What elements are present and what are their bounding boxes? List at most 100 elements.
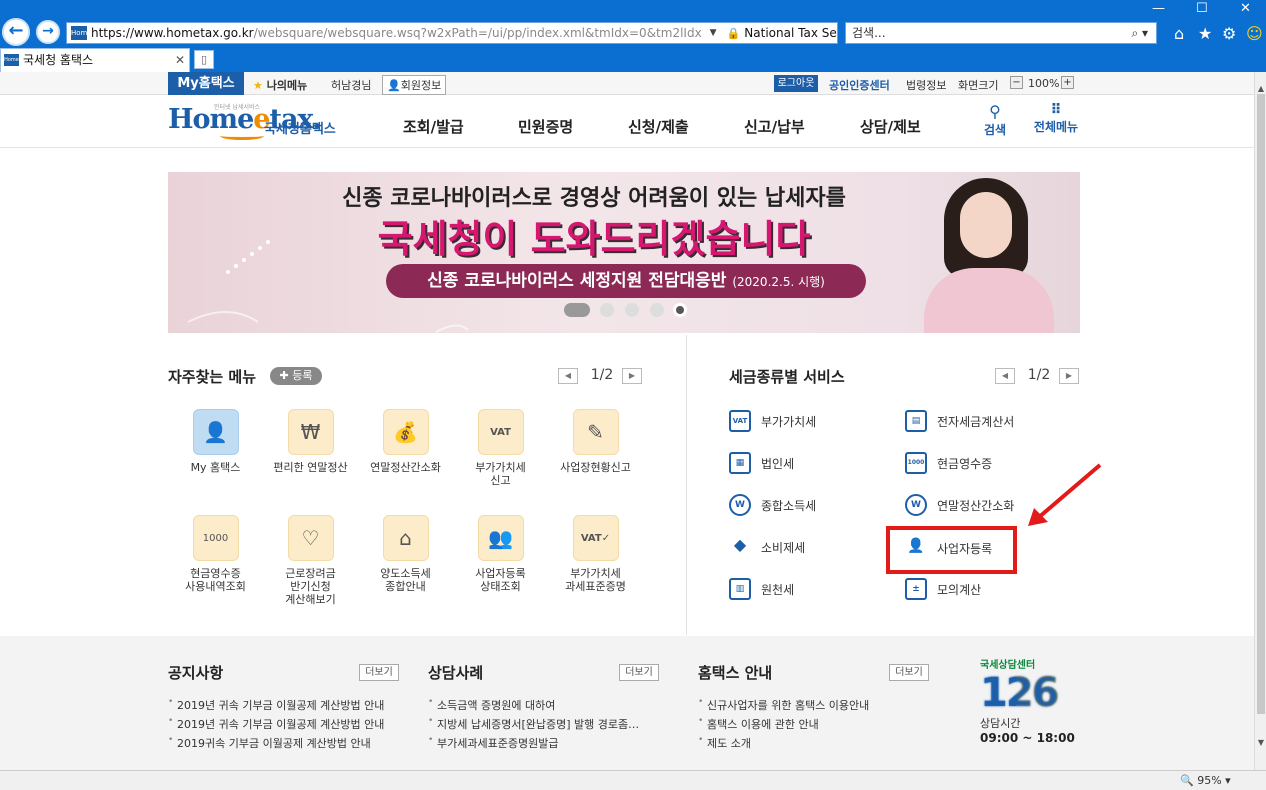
next-page-button[interactable]: ▶ bbox=[1059, 368, 1079, 384]
hometax-logo[interactable]: 인터넷 납세서비스 Homeetax. 국세청홈택스 bbox=[168, 102, 348, 142]
banner-pill-text: 신종 코로나바이러스 세정지원 전담대응반 bbox=[427, 271, 727, 291]
maximize-icon[interactable]: ☐ bbox=[1196, 1, 1208, 16]
search-icon[interactable]: ⌕ ▾ bbox=[1131, 23, 1148, 43]
service-year-end-simplified[interactable]: W 연말정산간소화 bbox=[905, 494, 1014, 516]
scroll-down-icon[interactable]: ▼ bbox=[1255, 738, 1266, 747]
quick-vat-certificate[interactable]: VAT✓ 부가가치세 과세표준증명 bbox=[548, 515, 643, 593]
minimize-icon[interactable]: — bbox=[1152, 1, 1165, 16]
home-icon[interactable]: ⌂ bbox=[1174, 24, 1184, 43]
quick-label: 부가가치세 과세표준증명 bbox=[565, 567, 626, 593]
person-icon: 👤 bbox=[192, 409, 239, 455]
tax-services-title: 세금종류별 서비스 bbox=[729, 368, 845, 386]
nav-filing-payment[interactable]: 신고/납부 bbox=[744, 116, 805, 137]
slide-dot-4[interactable] bbox=[650, 303, 664, 317]
quick-year-end-simplified[interactable]: 💰 연말정산간소화 bbox=[358, 409, 453, 474]
notice-item[interactable]: 2019년 귀속 기부금 이월공제 계산방법 안내 bbox=[168, 697, 384, 713]
zoom-in-button[interactable]: + bbox=[1061, 76, 1074, 89]
quick-transfer-tax[interactable]: ⌂ 양도소득세 종합안내 bbox=[358, 515, 453, 593]
consult-more-button[interactable]: 더보기 bbox=[619, 664, 659, 681]
service-withholding-tax[interactable]: ▥ 원천세 bbox=[729, 578, 794, 600]
service-label: 모의계산 bbox=[937, 582, 982, 597]
service-consumption-tax[interactable]: ◆ 소비제세 bbox=[729, 536, 805, 558]
quick-my-hometax[interactable]: 👤 My 홈택스 bbox=[168, 409, 263, 474]
service-mock-calculation[interactable]: ± 모의계산 bbox=[905, 578, 981, 600]
back-button[interactable]: ← bbox=[2, 18, 30, 46]
register-button[interactable]: ✚ 등록 bbox=[270, 367, 322, 385]
nav-certificates[interactable]: 민원증명 bbox=[518, 116, 573, 137]
service-corporate-tax[interactable]: ▦ 법인세 bbox=[729, 452, 794, 474]
prev-page-button[interactable]: ◀ bbox=[558, 368, 578, 384]
quick-label: 사업장현황신고 bbox=[560, 461, 631, 474]
header-search-button[interactable]: ⚲ 검색 bbox=[980, 102, 1010, 138]
slide-dot-1[interactable] bbox=[564, 303, 590, 317]
consult-center-block[interactable]: 국세상담센터 126 상담시간 09:00 ~ 18:00 bbox=[980, 656, 1090, 756]
forward-button[interactable]: → bbox=[36, 20, 60, 44]
my-hometax-tab[interactable]: My홈택스 bbox=[168, 72, 244, 95]
quick-vat-filing[interactable]: VAT 부가가치세 신고 bbox=[453, 409, 548, 487]
browser-search-input[interactable]: 검색... ⌕ ▾ bbox=[845, 22, 1157, 44]
smiley-icon[interactable]: ☺ bbox=[1246, 24, 1263, 43]
scrollbar-thumb[interactable] bbox=[1257, 94, 1265, 714]
browser-tab[interactable]: Home 국세청 홈택스 ✕ bbox=[0, 48, 190, 72]
slide-dot-2[interactable] bbox=[600, 303, 614, 317]
my-menu-link[interactable]: ★ 나의메뉴 bbox=[253, 77, 307, 93]
header-search-label: 검색 bbox=[983, 123, 1007, 137]
lock-icon[interactable]: 🔒 bbox=[727, 27, 741, 40]
quick-easy-year-end[interactable]: ₩ 편리한 연말정산 bbox=[263, 409, 358, 474]
nav-inquiry[interactable]: 조회/발급 bbox=[403, 116, 464, 137]
url-dropdown-icon[interactable]: ▼ bbox=[710, 28, 717, 38]
site-identity[interactable]: National Tax Service [KR] bbox=[744, 26, 837, 40]
service-income-tax[interactable]: W 종합소득세 bbox=[729, 494, 816, 516]
notice-item[interactable]: 2019귀속 기부금 이월공제 계산방법 안내 bbox=[168, 735, 371, 751]
slide-pause-dot[interactable] bbox=[673, 303, 687, 317]
vertical-scrollbar[interactable]: ▲ ▼ bbox=[1254, 72, 1266, 770]
service-vat[interactable]: VAT 부가가치세 bbox=[729, 410, 816, 432]
gear-icon[interactable]: ⚙ bbox=[1222, 24, 1236, 43]
notice-more-button[interactable]: 더보기 bbox=[359, 664, 399, 681]
scroll-up-icon[interactable]: ▲ bbox=[1255, 84, 1266, 93]
nav-consultation[interactable]: 상담/제보 bbox=[860, 116, 921, 137]
status-bar: 🔍 95% ▾ bbox=[0, 770, 1266, 790]
guide-item[interactable]: 신규사업자를 위한 홈택스 이용안내 bbox=[698, 697, 869, 713]
notice-item[interactable]: 2019년 귀속 기부금 이월공제 계산방법 안내 bbox=[168, 716, 384, 732]
quick-label: 연말정산간소화 bbox=[370, 461, 441, 474]
promo-banner[interactable]: 신종 코로나바이러스로 경영상 어려움이 있는 납세자를 국세청이 도와드리겠습… bbox=[168, 172, 1080, 333]
heart-document-icon: ♡ bbox=[287, 515, 334, 561]
service-e-tax-invoice[interactable]: ▤ 전자세금계산서 bbox=[905, 410, 1014, 432]
all-menu-button[interactable]: ⠿ 전체메뉴 bbox=[1030, 102, 1082, 135]
consult-item[interactable]: 부가세과세표준증명원발급 bbox=[428, 735, 558, 751]
member-info-label: 회원정보 bbox=[400, 79, 442, 92]
favorites-star-icon[interactable]: ★ bbox=[1198, 24, 1212, 43]
service-cash-receipt[interactable]: 1000 현금영수증 bbox=[905, 452, 992, 474]
guide-item[interactable]: 제도 소개 bbox=[698, 735, 751, 751]
quick-business-status[interactable]: ✎ 사업장현황신고 bbox=[548, 409, 643, 474]
register-label: 등록 bbox=[292, 369, 313, 382]
guide-item[interactable]: 홈택스 이용에 관한 안내 bbox=[698, 716, 819, 732]
tab-bar: Home 국세청 홈택스 ✕ ▯ bbox=[0, 47, 1266, 72]
nav-application[interactable]: 신청/제출 bbox=[628, 116, 689, 137]
prev-page-button[interactable]: ◀ bbox=[995, 368, 1015, 384]
status-zoom[interactable]: 🔍 95% ▾ bbox=[1180, 774, 1231, 787]
member-info-button[interactable]: 👤회원정보 bbox=[382, 75, 447, 95]
cert-center-link[interactable]: 공인인증센터 bbox=[829, 77, 890, 93]
law-info-link[interactable]: 법령정보 bbox=[906, 77, 946, 93]
new-tab-button[interactable]: ▯ bbox=[194, 50, 214, 69]
guide-more-button[interactable]: 더보기 bbox=[889, 664, 929, 681]
next-page-button[interactable]: ▶ bbox=[622, 368, 642, 384]
address-bar[interactable]: Home https://www.hometax.go.kr/websquare… bbox=[66, 22, 838, 44]
consult-item[interactable]: 소득금액 증명원에 대하여 bbox=[428, 697, 555, 713]
tab-close-icon[interactable]: ✕ bbox=[175, 49, 185, 71]
frequent-menu-pager: ◀ 1/2 ▶ bbox=[558, 367, 644, 384]
quick-label: 편리한 연말정산 bbox=[273, 461, 348, 474]
consult-item[interactable]: 지방세 납세증명서[완납증명] 발행 경로좀… bbox=[428, 716, 639, 732]
consult-center-caption: 국세상담센터 bbox=[980, 660, 1036, 671]
zoom-out-button[interactable]: − bbox=[1010, 76, 1023, 89]
quick-work-incentive[interactable]: ♡ 근로장려금 반기신청 계산해보기 bbox=[263, 515, 358, 606]
section-divider bbox=[686, 335, 687, 635]
quick-registration-status[interactable]: 👥 사업자등록 상태조회 bbox=[453, 515, 548, 593]
slide-dot-3[interactable] bbox=[625, 303, 639, 317]
logout-button[interactable]: 로그아웃 bbox=[774, 75, 818, 92]
star-icon: ★ bbox=[253, 79, 263, 92]
close-window-icon[interactable]: ✕ bbox=[1240, 1, 1251, 16]
quick-cash-receipt[interactable]: 1000 현금영수증 사용내역조회 bbox=[168, 515, 263, 593]
